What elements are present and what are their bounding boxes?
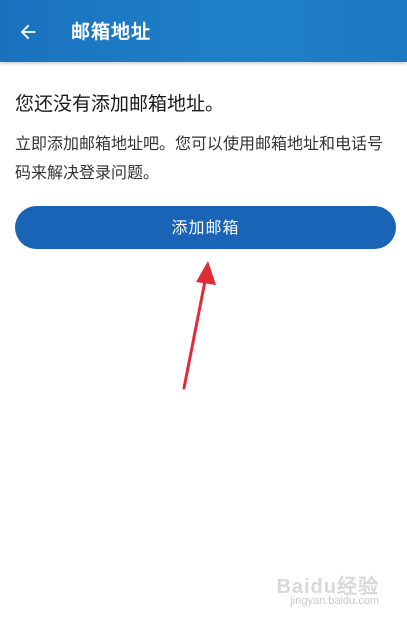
- watermark-logo: Baidu经验: [276, 576, 379, 598]
- empty-state-description: 立即添加邮箱地址吧。您可以使用邮箱地址和电话号码来解决登录问题。: [15, 134, 384, 182]
- annotation-arrow-icon: [182, 261, 216, 390]
- arrow-left-icon: [20, 24, 36, 40]
- app-bar: 邮箱地址: [0, 0, 407, 62]
- page-title: 邮箱地址: [71, 21, 152, 43]
- watermark-url: jingyan.baidu.com: [290, 595, 379, 607]
- watermark: Baidu经验 jingyan.baidu.com: [276, 576, 379, 608]
- empty-state-heading: 您还没有添加邮箱地址。: [15, 93, 225, 115]
- back-button[interactable]: [12, 16, 44, 48]
- add-email-button[interactable]: 添加邮箱: [15, 206, 396, 249]
